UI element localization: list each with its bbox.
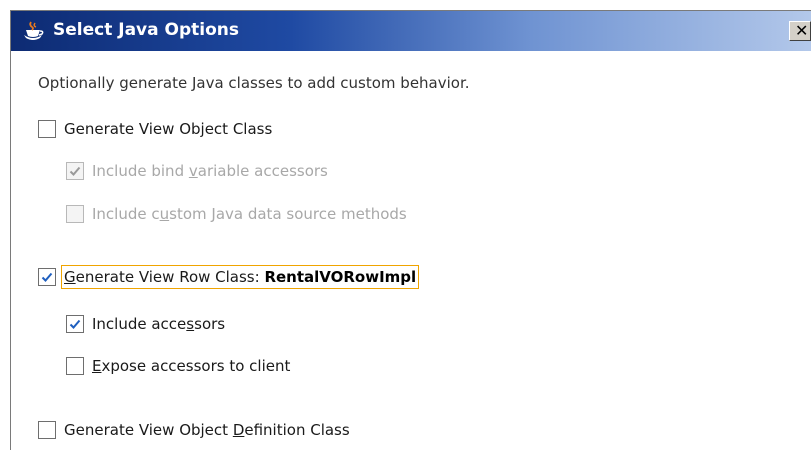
check-icon	[41, 272, 53, 282]
generate-view-object-class-checkbox[interactable]	[38, 120, 56, 138]
expose-accessors-to-client-option[interactable]: Expose accessors to client	[66, 354, 290, 378]
include-bind-variable-accessors-option: Include bind variable accessors	[66, 159, 328, 183]
window-title: Select Java Options	[53, 20, 239, 40]
include-bind-variable-accessors-label: Include bind variable accessors	[92, 162, 328, 180]
close-icon: ✕	[795, 21, 809, 40]
generate-view-row-class-label: Generate View Row Class: RentalVORowImpl	[60, 265, 420, 289]
generate-view-row-class-option[interactable]: Generate View Row Class: RentalVORowImpl	[38, 265, 420, 289]
generate-view-row-class-checkbox[interactable]	[38, 268, 56, 286]
generate-view-object-definition-class-label: Generate View Object Definition Class	[64, 421, 350, 439]
include-bind-variable-accessors-checkbox	[66, 162, 84, 180]
include-accessors-label: Include accessors	[92, 315, 226, 333]
description-text: Optionally generate Java classes to add …	[38, 74, 470, 92]
include-accessors-checkbox[interactable]	[66, 315, 84, 333]
generate-view-object-definition-class-option[interactable]: Generate View Object Definition Class	[38, 418, 350, 442]
generate-view-object-class-label: Generate View Object Class	[64, 120, 273, 138]
select-java-options-dialog: Select Java Options ✕ Optionally generat…	[10, 10, 811, 450]
check-icon	[69, 166, 81, 176]
include-accessors-option[interactable]: Include accessors	[66, 312, 225, 336]
expose-accessors-to-client-checkbox[interactable]	[66, 357, 84, 375]
title-bar[interactable]: Select Java Options ✕	[11, 11, 811, 51]
check-icon	[69, 319, 81, 329]
include-custom-java-data-source-methods-option: Include custom Java data source methods	[66, 202, 407, 226]
view-row-class-name: RentalVORowImpl	[264, 268, 417, 286]
generate-view-object-class-option[interactable]: Generate View Object Class	[38, 117, 272, 141]
include-custom-java-data-source-methods-checkbox	[66, 205, 84, 223]
generate-view-object-definition-class-checkbox[interactable]	[38, 421, 56, 439]
expose-accessors-to-client-label: Expose accessors to client	[92, 357, 291, 375]
include-custom-java-data-source-methods-label: Include custom Java data source methods	[92, 205, 407, 223]
close-button[interactable]: ✕	[789, 21, 811, 41]
java-cup-icon	[24, 21, 44, 40]
